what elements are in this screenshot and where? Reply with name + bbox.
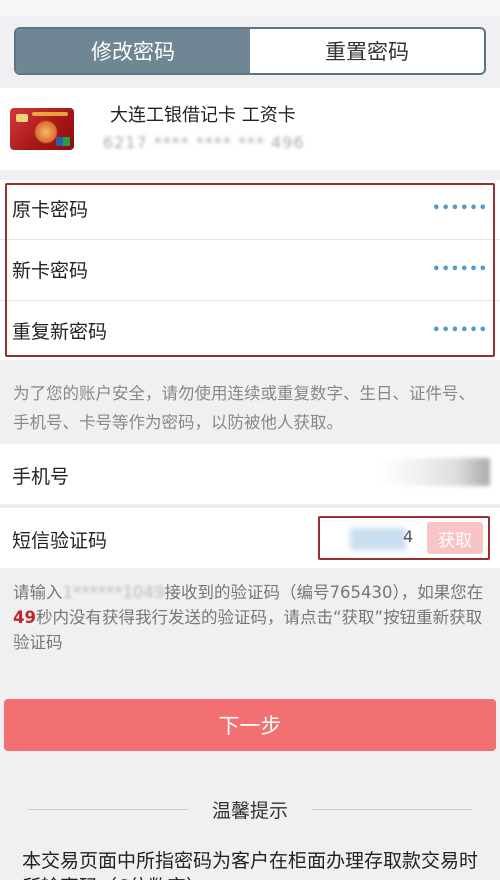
repeat-password-input[interactable]: •••••• xyxy=(432,323,488,338)
old-password-label: 原卡密码 xyxy=(12,198,89,221)
status-strip xyxy=(0,0,500,16)
countdown-seconds: 49 xyxy=(13,608,36,627)
new-password-input[interactable]: •••••• xyxy=(432,262,488,277)
sms-label: 短信验证码 xyxy=(12,530,108,552)
card-number: 6217 **** **** *** 496 xyxy=(103,133,305,152)
old-password-input[interactable]: •••••• xyxy=(432,201,488,216)
highlight-frame xyxy=(318,516,490,560)
tab-reset-password[interactable]: 重置密码 xyxy=(250,29,484,73)
bank-card-image xyxy=(10,108,74,150)
divider xyxy=(0,506,500,507)
phone-row: 手机号 xyxy=(0,444,500,504)
phone-value-redacted xyxy=(380,458,490,486)
old-password-row[interactable]: 原卡密码 •••••• xyxy=(0,178,500,238)
password-tabs: 修改密码 重置密码 xyxy=(14,27,486,75)
repeat-password-row[interactable]: 重复新密码 •••••• xyxy=(0,300,500,360)
new-password-label: 新卡密码 xyxy=(12,259,89,282)
phone-label: 手机号 xyxy=(12,466,70,488)
repeat-password-label: 重复新密码 xyxy=(12,320,108,343)
hint-title: 温馨提示 xyxy=(211,800,288,822)
card-name: 大连工银借记卡 工资卡 xyxy=(110,105,296,126)
sms-info-text: 请输入1******1049接收到的验证码（编号765430），如果您在49秒内… xyxy=(13,580,493,655)
tab-change-password[interactable]: 修改密码 xyxy=(16,29,250,73)
next-step-button[interactable]: 下一步 xyxy=(4,699,496,751)
masked-phone: 1******1049 xyxy=(62,583,165,602)
new-password-row[interactable]: 新卡密码 •••••• xyxy=(0,239,500,299)
security-tip: 为了您的账户安全，请勿使用连续或重复数字、生日、证件号、手机号、卡号等作为密码，… xyxy=(13,384,475,432)
notice-text: 本交易页面中所指密码为客户在柜面办理存取款交易时所输密码（6位数字） xyxy=(22,850,479,880)
